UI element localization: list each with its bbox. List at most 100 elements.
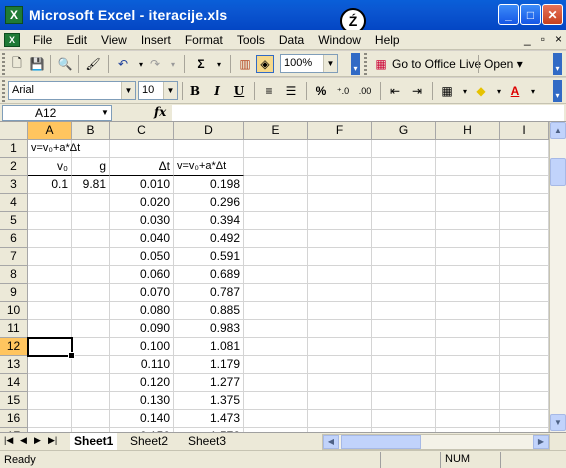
scroll-left-icon[interactable]: ◀ xyxy=(323,435,339,449)
row-header[interactable]: 7 xyxy=(0,248,28,266)
new-icon[interactable]: 🗋 xyxy=(8,55,26,73)
redo-dropdown-icon[interactable]: ▾ xyxy=(164,55,182,73)
scroll-thumb[interactable] xyxy=(341,435,421,449)
empty-cell[interactable] xyxy=(500,374,549,392)
cell-b2[interactable]: g xyxy=(72,158,110,176)
empty-cell[interactable] xyxy=(372,158,436,176)
empty-cell[interactable] xyxy=(308,410,372,428)
row-header[interactable]: 15 xyxy=(0,392,28,410)
row-header[interactable]: 13 xyxy=(0,356,28,374)
empty-cell[interactable] xyxy=(500,248,549,266)
column-header[interactable]: D xyxy=(174,122,244,140)
cell-d4[interactable]: 0.296 xyxy=(174,194,244,212)
cell-c16[interactable]: 0.140 xyxy=(110,410,174,428)
empty-cell[interactable] xyxy=(244,284,308,302)
empty-cell[interactable] xyxy=(28,356,72,374)
tab-sheet1[interactable]: Sheet1 xyxy=(70,433,118,450)
cell-d13[interactable]: 1.179 xyxy=(174,356,244,374)
empty-cell[interactable] xyxy=(244,176,308,194)
cell-c8[interactable]: 0.060 xyxy=(110,266,174,284)
empty-cell[interactable] xyxy=(500,140,549,158)
empty-cell[interactable] xyxy=(110,140,174,158)
maximize-button[interactable]: □ xyxy=(520,4,541,25)
empty-cell[interactable] xyxy=(372,374,436,392)
empty-cell[interactable] xyxy=(308,266,372,284)
empty-cell[interactable] xyxy=(436,392,500,410)
empty-cell[interactable] xyxy=(436,374,500,392)
column-header[interactable]: B xyxy=(72,122,110,140)
row-header[interactable]: 14 xyxy=(0,374,28,392)
redo-icon[interactable]: ↷ xyxy=(146,55,164,73)
empty-cell[interactable] xyxy=(436,176,500,194)
empty-cell[interactable] xyxy=(308,356,372,374)
menu-format[interactable]: Format xyxy=(178,33,230,47)
open-button[interactable]: Open ▾ xyxy=(484,57,523,71)
cell-c4[interactable]: 0.020 xyxy=(110,194,174,212)
toolbar-options-icon[interactable]: ▾ xyxy=(351,53,360,75)
empty-cell[interactable] xyxy=(28,374,72,392)
empty-cell[interactable] xyxy=(308,212,372,230)
workbook-icon[interactable]: X xyxy=(4,32,20,47)
empty-cell[interactable] xyxy=(244,194,308,212)
empty-cell[interactable] xyxy=(308,302,372,320)
cell-d8[interactable]: 0.689 xyxy=(174,266,244,284)
cell-d9[interactable]: 0.787 xyxy=(174,284,244,302)
drawing-icon[interactable]: ◈ xyxy=(256,55,274,73)
prev-sheet-icon[interactable]: ◀ xyxy=(20,435,27,446)
cell-c6[interactable]: 0.040 xyxy=(110,230,174,248)
empty-cell[interactable] xyxy=(72,410,110,428)
horizontal-scrollbar[interactable]: ◀ ▶ xyxy=(322,434,550,450)
menu-file[interactable]: File xyxy=(26,33,59,47)
percent-style-icon[interactable]: % xyxy=(312,82,330,100)
cell-c11[interactable]: 0.090 xyxy=(110,320,174,338)
row-header[interactable]: 1 xyxy=(0,140,28,158)
empty-cell[interactable] xyxy=(500,266,549,284)
active-cell-a12[interactable] xyxy=(27,337,75,359)
column-header[interactable]: E xyxy=(244,122,308,140)
empty-cell[interactable] xyxy=(500,320,549,338)
scroll-right-icon[interactable]: ▶ xyxy=(533,435,549,449)
empty-cell[interactable] xyxy=(308,374,372,392)
name-box[interactable]: A12 ▼ xyxy=(2,105,112,121)
empty-cell[interactable] xyxy=(308,248,372,266)
bold-button[interactable]: B xyxy=(186,82,204,100)
empty-cell[interactable] xyxy=(500,284,549,302)
cell-d2[interactable]: v=v₀+a*Δt xyxy=(174,158,244,176)
worksheet-grid[interactable]: A B C D E F G H I 1 2 3 4 5 6 7 8 9 10 11 12 13 14 15 1… xyxy=(0,122,566,432)
empty-cell[interactable] xyxy=(372,194,436,212)
empty-cell[interactable] xyxy=(72,338,110,356)
row-header[interactable]: 8 xyxy=(0,266,28,284)
row-header[interactable]: 16 xyxy=(0,410,28,428)
empty-cell[interactable] xyxy=(372,392,436,410)
empty-cell[interactable] xyxy=(372,248,436,266)
autosum-dropdown-icon[interactable]: ▾ xyxy=(210,55,228,73)
font-select[interactable]: Arial ▼ xyxy=(8,81,136,100)
empty-cell[interactable] xyxy=(28,410,72,428)
decrease-decimal-icon[interactable]: .00 xyxy=(356,82,374,100)
toolbar-options-icon[interactable]: ▾ xyxy=(553,53,562,75)
empty-cell[interactable] xyxy=(28,248,72,266)
toolbar-grip[interactable] xyxy=(2,80,5,102)
empty-cell[interactable] xyxy=(500,176,549,194)
autosum-icon[interactable]: Σ xyxy=(192,55,210,73)
last-sheet-icon[interactable]: ▶| xyxy=(48,435,57,446)
cell-c14[interactable]: 0.120 xyxy=(110,374,174,392)
empty-cell[interactable] xyxy=(500,212,549,230)
toolbar-grip[interactable] xyxy=(2,53,5,75)
empty-cell[interactable] xyxy=(308,392,372,410)
empty-cell[interactable] xyxy=(28,320,72,338)
row-header[interactable]: 2 xyxy=(0,158,28,176)
menu-window[interactable]: Window xyxy=(311,33,368,47)
empty-cell[interactable] xyxy=(244,392,308,410)
cell-c15[interactable]: 0.130 xyxy=(110,392,174,410)
empty-cell[interactable] xyxy=(436,338,500,356)
align-center-icon[interactable]: ≡ xyxy=(260,82,278,100)
chevron-down-icon[interactable]: ▼ xyxy=(323,55,337,72)
cell-c12[interactable]: 0.100 xyxy=(110,338,174,356)
empty-cell[interactable] xyxy=(308,194,372,212)
borders-icon[interactable]: ▦ xyxy=(438,82,456,100)
row-header[interactable]: 6 xyxy=(0,230,28,248)
print-preview-icon[interactable]: 🔍 xyxy=(56,55,74,73)
chevron-down-icon[interactable]: ▼ xyxy=(121,82,135,99)
empty-cell[interactable] xyxy=(72,230,110,248)
